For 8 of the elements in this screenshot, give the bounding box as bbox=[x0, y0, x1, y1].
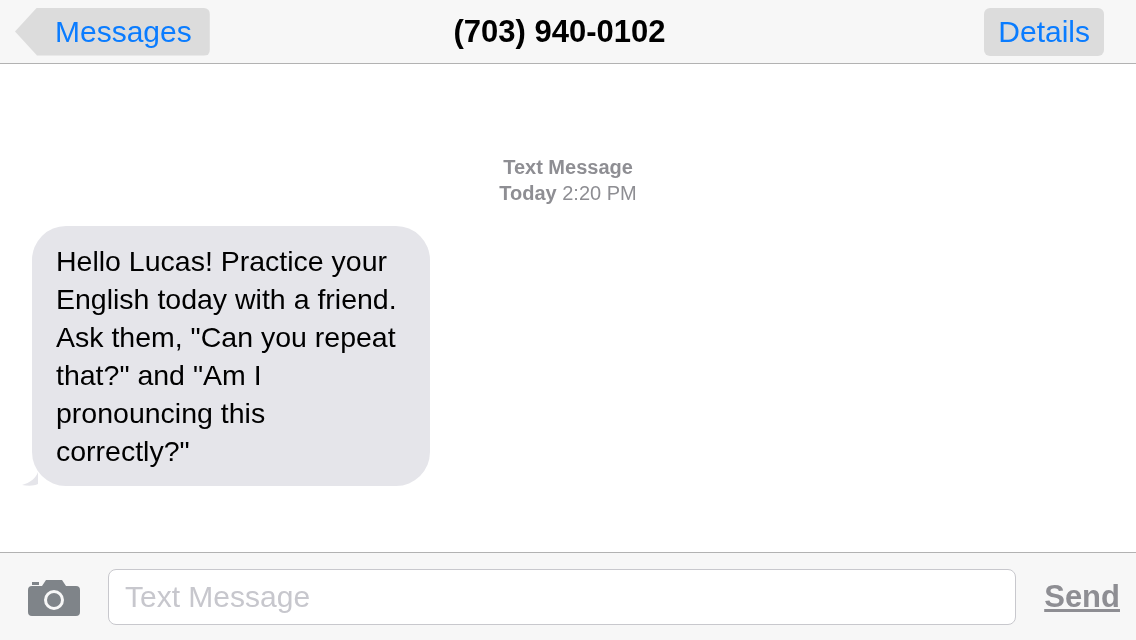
contact-title: (703) 940-0102 bbox=[453, 13, 666, 50]
message-type-label: Text Message bbox=[502, 155, 634, 180]
back-button[interactable]: Messages bbox=[15, 7, 210, 56]
bubble-tail bbox=[22, 472, 38, 486]
message-input-field[interactable]: Text Message bbox=[108, 568, 1017, 625]
details-button[interactable]: Details bbox=[984, 7, 1104, 56]
timestamp: Today 2:20 PM bbox=[499, 181, 637, 206]
camera-icon[interactable] bbox=[28, 577, 80, 616]
